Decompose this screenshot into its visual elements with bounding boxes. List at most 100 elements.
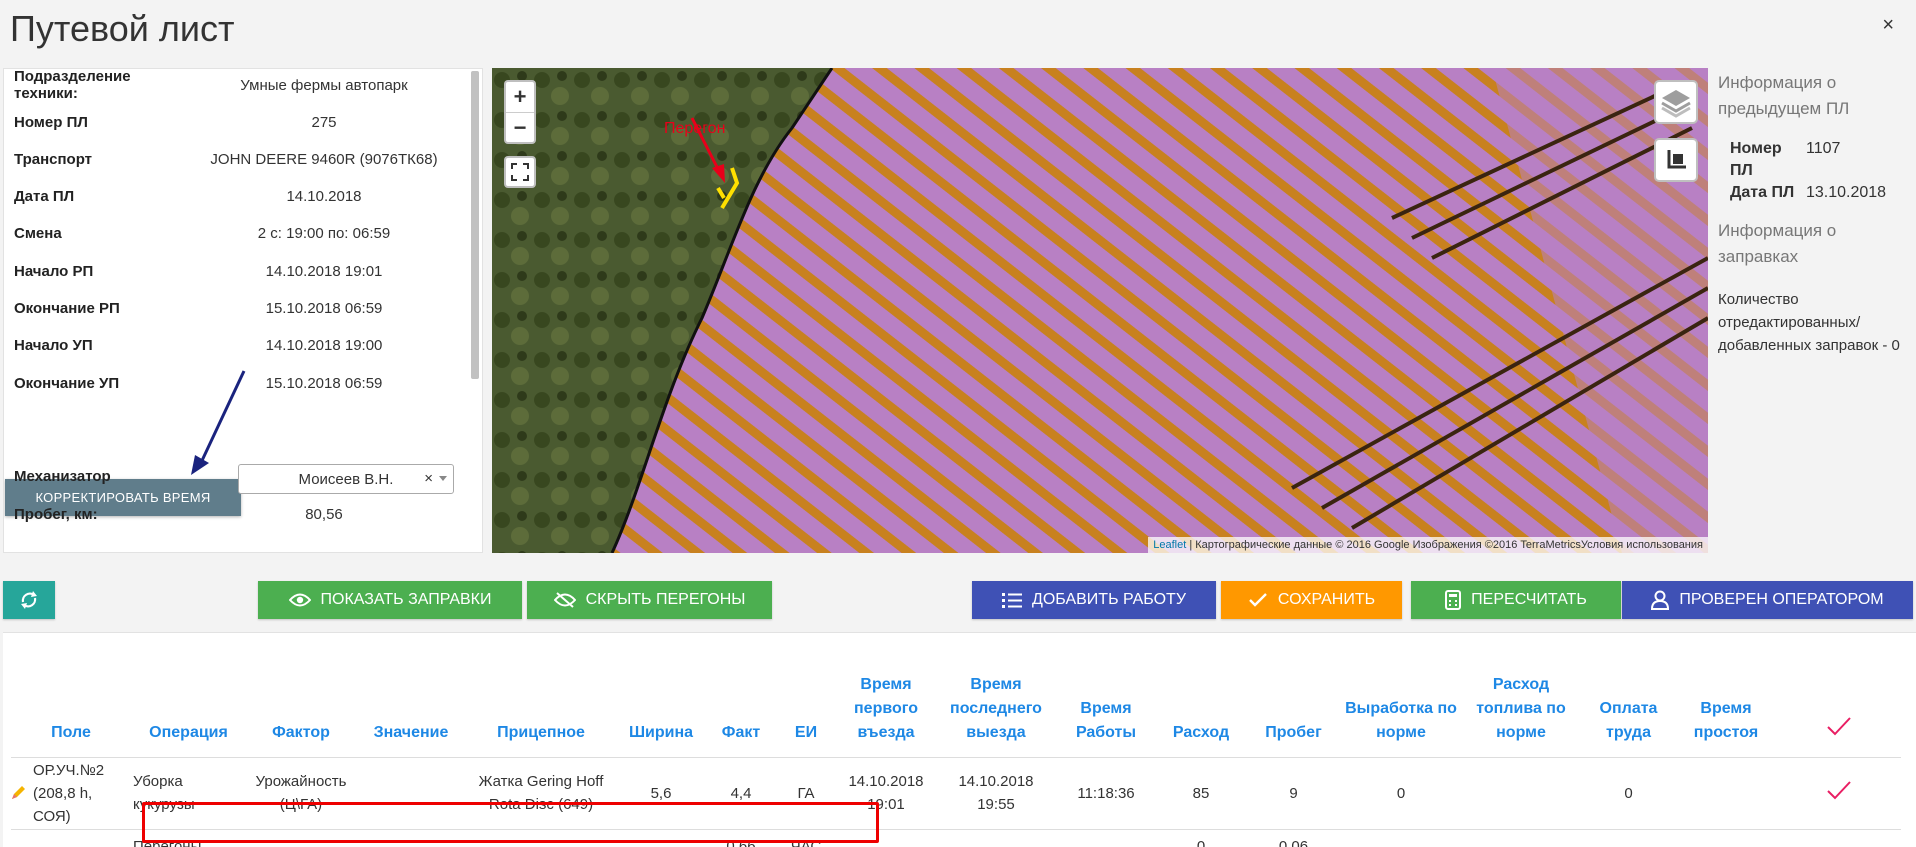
col-width[interactable]: Ширина bbox=[616, 653, 706, 758]
waybill-info-panel: Подразделение техники: Умные фермы автопа… bbox=[3, 68, 483, 553]
zoom-control: + − bbox=[504, 80, 536, 144]
col-check[interactable] bbox=[1776, 653, 1901, 758]
table-row[interactable]: ОР.УЧ.№2 (208,8 h, СОЯ) Уборка кукурузы … bbox=[9, 757, 1901, 830]
unit-cell: ГА bbox=[776, 757, 836, 830]
col-fact[interactable]: Факт bbox=[706, 653, 776, 758]
zoom-out-button[interactable]: − bbox=[506, 112, 534, 142]
calculator-icon bbox=[1445, 590, 1462, 610]
hide-peregons-label: СКРЫТЬ ПЕРЕГОНЫ bbox=[585, 591, 746, 608]
col-field[interactable]: Поле bbox=[11, 653, 131, 758]
peregon-fact-cell: 0,66 bbox=[706, 829, 776, 847]
recalc-label: ПЕРЕСЧИТАТЬ bbox=[1471, 591, 1587, 608]
col-trailer[interactable]: Прицепное bbox=[466, 653, 616, 758]
col-mileage[interactable]: Пробег bbox=[1246, 653, 1341, 758]
add-work-button[interactable]: ДОБАВИТЬ РАБОТУ bbox=[972, 581, 1216, 619]
side-info: Информация о предыдущем ПЛ Номер ПЛ 1107… bbox=[1718, 70, 1914, 357]
check-icon bbox=[1249, 593, 1267, 607]
info-value: 2 с: 19:00 по: 06:59 bbox=[257, 224, 391, 242]
check-cell[interactable] bbox=[1776, 757, 1901, 830]
previous-waybill-heading: Информация о предыдущем ПЛ bbox=[1718, 73, 1850, 118]
peregon-operation-cell: Перегоны bbox=[131, 829, 246, 847]
info-row-rp-start: Начало РП 14.10.2018 19:01 bbox=[14, 256, 464, 286]
layers-button[interactable] bbox=[1654, 80, 1698, 124]
chevron-down-icon[interactable] bbox=[439, 476, 447, 481]
refresh-button[interactable] bbox=[3, 581, 55, 619]
info-value: 275 bbox=[311, 113, 337, 131]
work-table-panel: Поле Операция Фактор Значение Прицепное … bbox=[3, 632, 1916, 847]
page-title: Путевой лист bbox=[10, 8, 235, 49]
refuel-note: Количество отредактированных/ добавленны… bbox=[1718, 291, 1900, 354]
peregon-mileage-cell: 0,06 bbox=[1246, 829, 1341, 847]
checked-by-operator-button[interactable]: ПРОВЕРЕН ОПЕРАТОРОМ bbox=[1622, 581, 1913, 619]
info-row-mileage: Пробег, км: 80,56 bbox=[14, 499, 464, 529]
info-row-rp-end: Окончание РП 15.10.2018 06:59 bbox=[14, 293, 464, 323]
info-label: Пробег, км: bbox=[14, 505, 98, 523]
peregon-consumption-cell: 0 bbox=[1156, 829, 1246, 847]
save-button[interactable]: СОХРАНИТЬ bbox=[1221, 581, 1402, 619]
info-label: Окончание РП bbox=[14, 299, 120, 317]
clear-icon[interactable]: × bbox=[424, 470, 433, 487]
col-norm-fuel[interactable]: Расход топлива по норме bbox=[1461, 653, 1581, 758]
col-norm-output[interactable]: Выработка по норме bbox=[1341, 653, 1461, 758]
show-refuel-button[interactable]: ПОКАЗАТЬ ЗАПРАВКИ bbox=[258, 581, 522, 619]
field-cell: ОР.УЧ.№2 (208,8 h, СОЯ) bbox=[9, 757, 131, 830]
table-header-row: Поле Операция Фактор Значение Прицепное … bbox=[11, 653, 1901, 758]
show-refuel-label: ПОКАЗАТЬ ЗАПРАВКИ bbox=[320, 591, 492, 608]
info-row-date: Дата ПЛ 14.10.2018 bbox=[14, 181, 464, 211]
mechanic-select[interactable]: Моисеев В.Н. × bbox=[238, 464, 454, 494]
peregon-annotation: Перегон bbox=[664, 120, 726, 137]
peregon-row: Перегоны 0,66 ЧАС 0 0,06 bbox=[11, 829, 1901, 847]
add-work-label: ДОБАВИТЬ РАБОТУ bbox=[1032, 591, 1186, 608]
col-factor[interactable]: Фактор bbox=[246, 653, 356, 758]
mechanic-label: Механизатор bbox=[14, 467, 111, 485]
close-icon[interactable]: × bbox=[1882, 14, 1894, 37]
work-time-cell: 11:18:36 bbox=[1056, 757, 1156, 830]
layers-icon bbox=[1661, 90, 1691, 118]
info-value: 14.10.2018 19:00 bbox=[265, 336, 383, 354]
consumption-cell: 85 bbox=[1156, 757, 1246, 830]
info-label: Подразделение техники: bbox=[14, 68, 131, 102]
col-work-time[interactable]: Время Работы bbox=[1056, 653, 1156, 758]
crop-icon bbox=[1667, 150, 1686, 169]
last-exit-cell: 14.10.2018 19:55 bbox=[936, 757, 1056, 830]
col-first-entry[interactable]: Время первого въезда bbox=[836, 653, 936, 758]
map-imagery bbox=[492, 68, 1708, 553]
map-attribution: Leaflet | Картографические данные © 2016… bbox=[1148, 537, 1708, 553]
col-operation[interactable]: Операция bbox=[131, 653, 246, 758]
col-idle[interactable]: Время простоя bbox=[1676, 653, 1776, 758]
info-scrollbar[interactable] bbox=[471, 71, 479, 379]
field-name: ОР.УЧ.№2 (208,8 h, СОЯ) bbox=[33, 761, 105, 825]
pencil-icon[interactable] bbox=[9, 784, 27, 802]
col-pay[interactable]: Оплата труда bbox=[1581, 653, 1676, 758]
map-view[interactable]: Перегон + − Leaflet | Картографические д… bbox=[492, 68, 1708, 553]
checked-label: ПРОВЕРЕН ОПЕРАТОРОМ bbox=[1679, 591, 1884, 608]
col-consumption[interactable]: Расход bbox=[1156, 653, 1246, 758]
previous-date-row: Дата ПЛ 13.10.2018 bbox=[1730, 184, 1914, 202]
mileage-cell: 9 bbox=[1246, 757, 1341, 830]
draw-area-button[interactable] bbox=[1654, 138, 1698, 182]
hide-peregons-button[interactable]: СКРЫТЬ ПЕРЕГОНЫ bbox=[527, 581, 772, 619]
checkmark-icon bbox=[1826, 780, 1851, 799]
eye-off-icon bbox=[553, 592, 576, 608]
eye-icon bbox=[288, 593, 311, 607]
col-last-exit[interactable]: Время последнего выезда bbox=[936, 653, 1056, 758]
list-icon bbox=[1002, 593, 1023, 608]
col-value[interactable]: Значение bbox=[356, 653, 466, 758]
info-value: Умные фермы автопарк bbox=[240, 76, 408, 94]
zoom-in-button[interactable]: + bbox=[506, 82, 534, 112]
save-label: СОХРАНИТЬ bbox=[1277, 591, 1376, 608]
mechanic-value: Моисеев В.Н. bbox=[298, 470, 394, 488]
idle-cell bbox=[1676, 757, 1776, 830]
refresh-icon bbox=[21, 591, 37, 609]
attribution-text: | Картографические данные © 2016 Google … bbox=[1186, 539, 1703, 551]
width-cell: 5,6 bbox=[616, 757, 706, 830]
fullscreen-button[interactable] bbox=[504, 156, 536, 188]
recalc-button[interactable]: ПЕРЕСЧИТАТЬ bbox=[1411, 581, 1621, 619]
info-label: Начало РП bbox=[14, 262, 94, 280]
previous-number-row: Номер ПЛ 1107 bbox=[1730, 138, 1914, 182]
col-unit[interactable]: ЕИ bbox=[776, 653, 836, 758]
info-label: Смена bbox=[14, 224, 62, 242]
norm-output-cell: 0 bbox=[1341, 757, 1461, 830]
leaflet-link[interactable]: Leaflet bbox=[1153, 539, 1186, 551]
info-value: 80,56 bbox=[305, 505, 343, 523]
